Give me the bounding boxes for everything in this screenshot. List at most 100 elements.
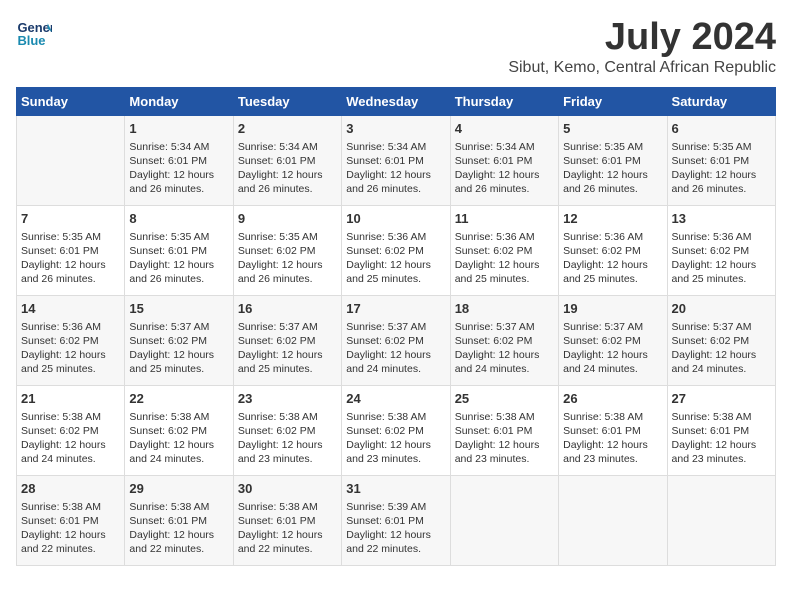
calendar-body: 1 Sunrise: 5:34 AM Sunset: 6:01 PM Daylig… <box>17 116 776 566</box>
day-number: 27 <box>672 390 771 408</box>
day-number: 18 <box>455 300 554 318</box>
calendar-cell: 18Sunrise: 5:37 AM Sunset: 6:02 PM Dayli… <box>450 296 558 386</box>
cell-content: Sunrise: 5:35 AM Sunset: 6:01 PM Dayligh… <box>563 140 662 197</box>
cell-content: Sunrise: 5:37 AM Sunset: 6:02 PM Dayligh… <box>563 320 662 377</box>
cell-content: Sunrise: 5:38 AM Sunset: 6:01 PM Dayligh… <box>563 410 662 467</box>
cell-content: Sunrise: 5:35 AM Sunset: 6:01 PM Dayligh… <box>21 230 120 287</box>
cell-content: Sunrise: 5:37 AM Sunset: 6:02 PM Dayligh… <box>672 320 771 377</box>
svg-text:Blue: Blue <box>17 33 45 48</box>
month-title: July 2024 <box>508 16 776 59</box>
calendar-week: 7 Sunrise: 5:35 AM Sunset: 6:01 PM Daylig… <box>17 206 776 296</box>
calendar-cell: 21 Sunrise: 5:38 AM Sunset: 6:02 PM Dayli… <box>17 386 125 476</box>
day-number: 1 <box>129 120 228 138</box>
weekday-header: Friday <box>559 88 667 116</box>
weekday-header: Wednesday <box>342 88 450 116</box>
day-number: 12 <box>563 210 662 228</box>
calendar-cell: 20Sunrise: 5:37 AM Sunset: 6:02 PM Dayli… <box>667 296 775 386</box>
weekday-header: Sunday <box>17 88 125 116</box>
cell-content: Sunrise: 5:38 AM Sunset: 6:01 PM Dayligh… <box>672 410 771 467</box>
cell-content: Sunrise: 5:37 AM Sunset: 6:02 PM Dayligh… <box>346 320 445 377</box>
weekday-header: Tuesday <box>233 88 341 116</box>
cell-content: Sunrise: 5:38 AM Sunset: 6:01 PM Dayligh… <box>129 500 228 557</box>
calendar-cell: 29 Sunrise: 5:38 AM Sunset: 6:01 PM Dayli… <box>125 476 233 566</box>
calendar-cell: 22 Sunrise: 5:38 AM Sunset: 6:02 PM Dayli… <box>125 386 233 476</box>
cell-content: Sunrise: 5:34 AM Sunset: 6:01 PM Dayligh… <box>346 140 445 197</box>
calendar-cell: 8Sunrise: 5:35 AM Sunset: 6:01 PM Daylig… <box>125 206 233 296</box>
cell-content: Sunrise: 5:37 AM Sunset: 6:02 PM Dayligh… <box>238 320 337 377</box>
calendar-cell: 7 Sunrise: 5:35 AM Sunset: 6:01 PM Daylig… <box>17 206 125 296</box>
calendar-week: 21 Sunrise: 5:38 AM Sunset: 6:02 PM Dayli… <box>17 386 776 476</box>
day-number: 17 <box>346 300 445 318</box>
title-area: July 2024 Sibut, Kemo, Central African R… <box>508 16 776 77</box>
calendar-cell: 26 Sunrise: 5:38 AM Sunset: 6:01 PM Dayli… <box>559 386 667 476</box>
day-number: 29 <box>129 480 228 498</box>
cell-content: Sunrise: 5:38 AM Sunset: 6:02 PM Dayligh… <box>346 410 445 467</box>
day-number: 24 <box>346 390 445 408</box>
logo: General Blue <box>16 16 52 52</box>
day-number: 3 <box>346 120 445 138</box>
weekday-header: Saturday <box>667 88 775 116</box>
calendar-cell: 13 Sunrise: 5:36 AM Sunset: 6:02 PM Dayli… <box>667 206 775 296</box>
calendar-header: SundayMondayTuesdayWednesdayThursdayFrid… <box>17 88 776 116</box>
calendar-table: SundayMondayTuesdayWednesdayThursdayFrid… <box>16 87 776 566</box>
calendar-cell: 2Sunrise: 5:34 AM Sunset: 6:01 PM Daylig… <box>233 116 341 206</box>
calendar-cell: 11 Sunrise: 5:36 AM Sunset: 6:02 PM Dayli… <box>450 206 558 296</box>
calendar-cell: 4 Sunrise: 5:34 AM Sunset: 6:01 PM Daylig… <box>450 116 558 206</box>
weekday-header: Thursday <box>450 88 558 116</box>
calendar-cell <box>17 116 125 206</box>
day-number: 15 <box>129 300 228 318</box>
calendar-cell: 14Sunrise: 5:36 AM Sunset: 6:02 PM Dayli… <box>17 296 125 386</box>
calendar-cell: 1 Sunrise: 5:34 AM Sunset: 6:01 PM Daylig… <box>125 116 233 206</box>
calendar-cell: 3 Sunrise: 5:34 AM Sunset: 6:01 PM Daylig… <box>342 116 450 206</box>
cell-content: Sunrise: 5:38 AM Sunset: 6:02 PM Dayligh… <box>21 410 120 467</box>
cell-content: Sunrise: 5:38 AM Sunset: 6:01 PM Dayligh… <box>238 500 337 557</box>
day-number: 11 <box>455 210 554 228</box>
calendar-cell: 16 Sunrise: 5:37 AM Sunset: 6:02 PM Dayli… <box>233 296 341 386</box>
day-number: 22 <box>129 390 228 408</box>
calendar-cell: 23Sunrise: 5:38 AM Sunset: 6:02 PM Dayli… <box>233 386 341 476</box>
calendar-cell: 17 Sunrise: 5:37 AM Sunset: 6:02 PM Dayli… <box>342 296 450 386</box>
calendar-cell: 10 Sunrise: 5:36 AM Sunset: 6:02 PM Dayli… <box>342 206 450 296</box>
day-number: 21 <box>21 390 120 408</box>
calendar-cell: 12 Sunrise: 5:36 AM Sunset: 6:02 PM Dayli… <box>559 206 667 296</box>
cell-content: Sunrise: 5:39 AM Sunset: 6:01 PM Dayligh… <box>346 500 445 557</box>
day-number: 14 <box>21 300 120 318</box>
day-number: 19 <box>563 300 662 318</box>
day-number: 23 <box>238 390 337 408</box>
cell-content: Sunrise: 5:34 AM Sunset: 6:01 PM Dayligh… <box>129 140 228 197</box>
day-number: 28 <box>21 480 120 498</box>
calendar-cell: 30Sunrise: 5:38 AM Sunset: 6:01 PM Dayli… <box>233 476 341 566</box>
day-number: 2 <box>238 120 337 138</box>
cell-content: Sunrise: 5:36 AM Sunset: 6:02 PM Dayligh… <box>563 230 662 287</box>
cell-content: Sunrise: 5:36 AM Sunset: 6:02 PM Dayligh… <box>346 230 445 287</box>
calendar-week: 14Sunrise: 5:36 AM Sunset: 6:02 PM Dayli… <box>17 296 776 386</box>
day-number: 10 <box>346 210 445 228</box>
header: General Blue July 2024 Sibut, Kemo, Cent… <box>16 16 776 77</box>
cell-content: Sunrise: 5:35 AM Sunset: 6:02 PM Dayligh… <box>238 230 337 287</box>
cell-content: Sunrise: 5:35 AM Sunset: 6:01 PM Dayligh… <box>672 140 771 197</box>
calendar-cell: 27 Sunrise: 5:38 AM Sunset: 6:01 PM Dayli… <box>667 386 775 476</box>
day-number: 13 <box>672 210 771 228</box>
calendar-cell <box>450 476 558 566</box>
cell-content: Sunrise: 5:35 AM Sunset: 6:01 PM Dayligh… <box>129 230 228 287</box>
day-number: 7 <box>21 210 120 228</box>
cell-content: Sunrise: 5:36 AM Sunset: 6:02 PM Dayligh… <box>455 230 554 287</box>
day-number: 6 <box>672 120 771 138</box>
cell-content: Sunrise: 5:38 AM Sunset: 6:01 PM Dayligh… <box>455 410 554 467</box>
calendar-cell <box>667 476 775 566</box>
day-number: 16 <box>238 300 337 318</box>
weekday-header: Monday <box>125 88 233 116</box>
day-number: 4 <box>455 120 554 138</box>
cell-content: Sunrise: 5:34 AM Sunset: 6:01 PM Dayligh… <box>455 140 554 197</box>
calendar-cell: 24 Sunrise: 5:38 AM Sunset: 6:02 PM Dayli… <box>342 386 450 476</box>
calendar-cell: 19 Sunrise: 5:37 AM Sunset: 6:02 PM Dayli… <box>559 296 667 386</box>
cell-content: Sunrise: 5:36 AM Sunset: 6:02 PM Dayligh… <box>672 230 771 287</box>
cell-content: Sunrise: 5:38 AM Sunset: 6:02 PM Dayligh… <box>129 410 228 467</box>
day-number: 5 <box>563 120 662 138</box>
location-title: Sibut, Kemo, Central African Republic <box>508 59 776 77</box>
calendar-cell: 6 Sunrise: 5:35 AM Sunset: 6:01 PM Daylig… <box>667 116 775 206</box>
day-number: 26 <box>563 390 662 408</box>
calendar-cell: 31 Sunrise: 5:39 AM Sunset: 6:01 PM Dayli… <box>342 476 450 566</box>
cell-content: Sunrise: 5:37 AM Sunset: 6:02 PM Dayligh… <box>129 320 228 377</box>
day-number: 31 <box>346 480 445 498</box>
